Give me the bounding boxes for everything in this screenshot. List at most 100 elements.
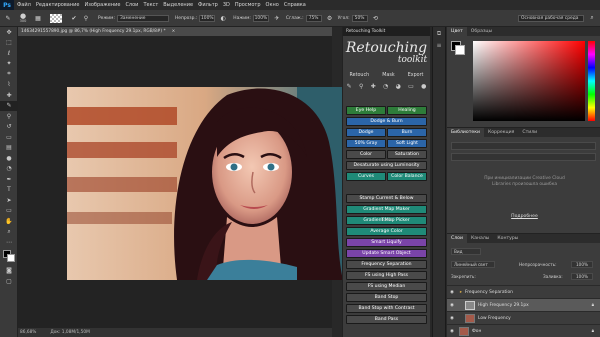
brush-preset-picker[interactable]: ● 300 [16,13,30,24]
lasso-tool-icon[interactable]: ℓ [0,48,18,59]
opacity-input[interactable]: 100% [199,14,216,22]
blur-icon[interactable]: ● [421,83,426,90]
layer-opacity-input[interactable]: 100% [571,261,593,268]
photoshop-logo[interactable]: Ps [0,0,14,10]
burn-icon[interactable]: ◕ [396,83,401,90]
properties-icon[interactable]: ≡ [433,42,445,49]
tab-mask[interactable]: Mask [382,73,394,78]
eye-help-button[interactable]: Eye Help [346,106,386,115]
dodge-tool-icon[interactable]: ◔ [0,164,18,175]
marquee-tool-icon[interactable]: ⬚ [0,38,18,49]
stamp-current-below-button[interactable]: Stamp Current & Below [346,194,427,203]
eraser-icon[interactable]: ▭ [408,83,414,90]
tab-swatches[interactable]: Образцы [467,27,496,36]
stamp-icon[interactable]: ⚲ [359,83,363,90]
smooth-input[interactable]: 75% [305,14,322,22]
hue-slider[interactable] [588,41,595,121]
gradient-map-maker-button[interactable]: Gradient Map Maker [346,205,427,214]
workspace-select[interactable]: Основная рабочая среда [518,14,584,22]
shape-tool-icon[interactable]: ▭ [0,206,18,217]
layer-row[interactable]: ◉ Low Frequency [447,311,600,324]
brush-panel-icon[interactable]: ▦ [34,14,42,22]
band-stop-button[interactable]: Band Stop [346,293,427,302]
document-canvas-image[interactable] [67,87,343,280]
library-search-input[interactable] [451,153,596,161]
hand-tool-icon[interactable]: ✋ [0,216,18,227]
pressure-opacity-icon[interactable]: ◐ [219,14,227,22]
zoom-level[interactable]: 86,68% [20,330,36,335]
gradient-tool-icon[interactable]: ▤ [0,143,18,154]
dodge-burn-button[interactable]: Dodge & Burn [346,117,427,126]
visibility-eye-icon[interactable]: ◉ [447,316,457,321]
frequency-separation-button[interactable]: Frequency Separation [346,260,427,269]
tab-libraries[interactable]: Библиотеки [447,128,484,137]
menu-item-filter[interactable]: Фильтр [198,2,218,8]
burn-button[interactable]: Burn [387,128,427,137]
stamp-icon[interactable]: ⚲ [82,14,90,22]
tab-styles[interactable]: Стили [518,128,541,137]
menu-item-select[interactable]: Выделение [163,2,193,8]
curves-button[interactable]: Curves [346,172,386,181]
symmetry-icon[interactable]: ⟲ [372,14,380,22]
pressure-input[interactable]: 100% [252,14,269,22]
library-select[interactable] [451,142,596,150]
airbrush-icon[interactable]: ✈ [273,14,281,22]
color-swatches[interactable] [0,248,17,266]
search-icon[interactable]: ⌕ [588,14,596,22]
brush-tool-icon[interactable]: ✎ [4,14,12,22]
healing-button[interactable]: Healing [387,106,427,115]
visibility-eye-icon[interactable]: ◉ [447,303,457,308]
dodge-button[interactable]: Dodge [346,128,386,137]
background-color-swatch[interactable] [455,45,465,55]
learn-more-link[interactable]: Подробнее [482,214,567,219]
tab-color[interactable]: Цвет [447,27,467,36]
50-gray-button[interactable]: 50% Gray [346,139,386,148]
angle-input[interactable]: 50% [351,14,368,22]
menu-item-edit[interactable]: Редактирование [36,2,80,8]
quick-mask-icon[interactable]: ◙ [0,266,18,277]
tab-channels[interactable]: Каналы [467,234,493,243]
menu-item-window[interactable]: Окно [266,2,279,8]
blend-mode-select[interactable]: Линейный свет [451,261,495,268]
desaturate-using-luminosity-button[interactable]: Desaturate using Luminosity [346,161,427,170]
blur-tool-icon[interactable]: ● [0,153,18,164]
menu-item-file[interactable]: Файл [17,2,31,8]
document-tab[interactable]: 14634291557890.jpg @ 86,7% (High Frequen… [18,27,332,36]
healing-icon[interactable]: ✚ [371,83,376,90]
color-picker-field[interactable] [473,41,585,121]
quick-select-tool-icon[interactable]: ✦ [0,59,18,70]
screen-mode-icon[interactable]: ▢ [0,276,18,287]
eyedropper-tool-icon[interactable]: ⌇ [0,80,18,91]
band-stop-with-contrast-button[interactable]: Band Stop with Contrast [346,304,427,313]
fill-input[interactable]: 100% [571,273,593,280]
fs-using-high-pass-button[interactable]: FS using High Pass [346,271,427,280]
menu-item-help[interactable]: Справка [284,2,306,8]
type-tool-icon[interactable]: T [0,185,18,196]
move-tool-icon[interactable]: ✥ [0,27,18,38]
aligned-checkbox[interactable]: ✔ [70,14,78,22]
zoom-tool-icon[interactable]: ⌕ [0,227,18,238]
dodge-icon[interactable]: ◔ [383,83,388,90]
settings-gear-icon[interactable]: ⚙ [326,14,334,22]
brush-icon[interactable]: ✎ [347,83,352,90]
menu-item-view[interactable]: Просмотр [235,2,261,8]
smart-liquify-button[interactable]: Smart Liquify [346,238,427,247]
more-tools-icon[interactable]: ⋯ [0,237,18,248]
tab-adjustments[interactable]: Коррекция [484,128,518,137]
background-color-swatch[interactable] [7,253,15,262]
healing-tool-icon[interactable]: ✚ [0,90,18,101]
menu-item-type[interactable]: Текст [143,2,158,8]
tab-paths[interactable]: Контуры [493,234,522,243]
menu-item-layers[interactable]: Слои [125,2,138,8]
clone-stamp-tool-icon[interactable]: ⚲ [0,111,18,122]
color-balance-button[interactable]: Color Balance [387,172,427,181]
average-color-button[interactable]: Average Color [346,227,427,236]
layer-row-group[interactable]: ◉ ▸ Frequency Separation [447,285,600,298]
mode-select[interactable]: Заменение [116,14,169,22]
tab-layers[interactable]: Слои [447,234,467,243]
tab-export[interactable]: Export [408,73,424,78]
band-pass-button[interactable]: Band Pass [346,315,427,324]
fs-using-median-button[interactable]: FS using Median [346,282,427,291]
color-button[interactable]: Color [346,150,386,159]
eraser-tool-icon[interactable]: ▭ [0,132,18,143]
